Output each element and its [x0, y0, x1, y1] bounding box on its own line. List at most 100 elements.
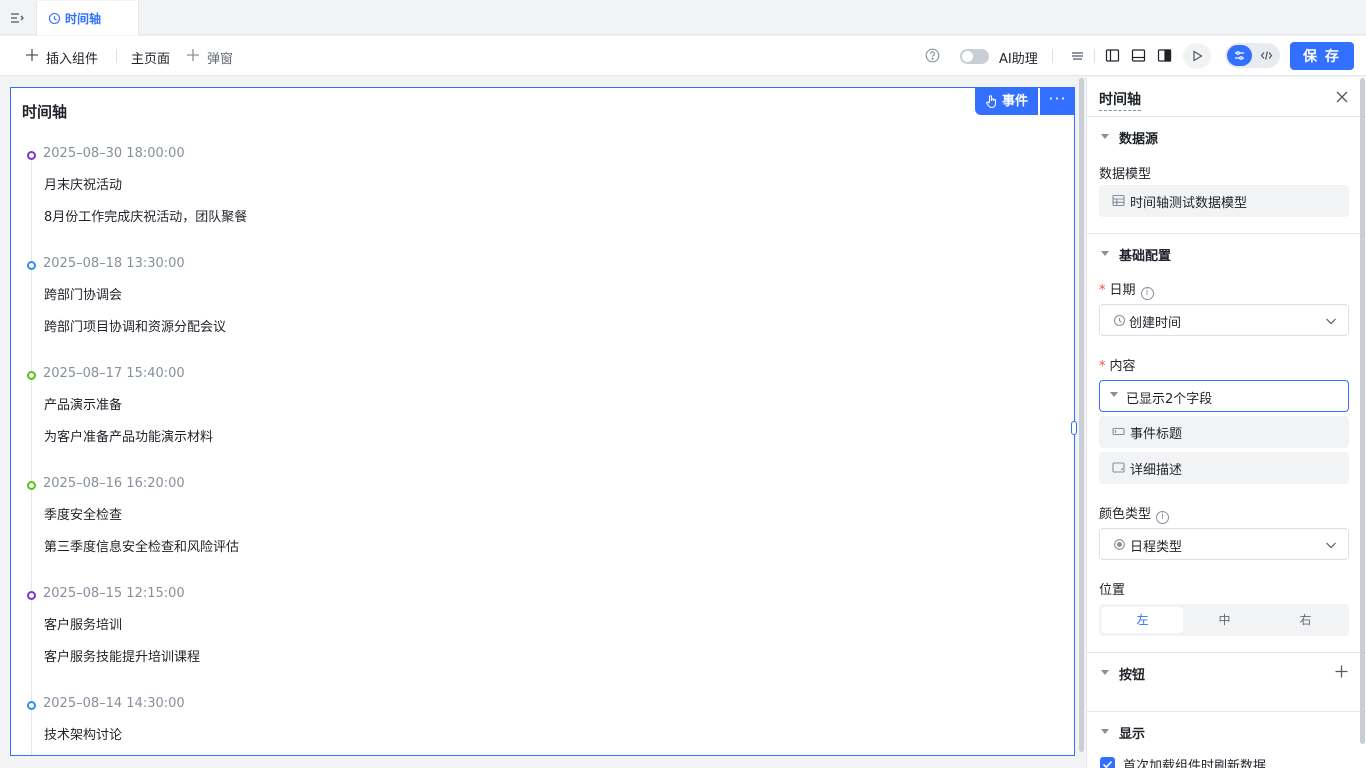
toolbar: 插入组件 主页面 弹窗 AI助理 保 存: [0, 36, 1366, 76]
radio-icon: [1114, 539, 1125, 550]
panel-divider: [1087, 711, 1366, 712]
toolbar-divider: [1094, 49, 1095, 63]
content-label: * 内容: [1099, 355, 1136, 374]
resize-handle[interactable]: [1071, 421, 1077, 435]
timeline-item: 2025–08–15 12:15:00 客户服务培训 客户服务技能提升培训课程: [11, 528, 911, 665]
plus-icon: [26, 49, 38, 61]
timeline-title: 产品演示准备: [44, 398, 123, 413]
position-right-option[interactable]: 右: [1265, 607, 1346, 633]
collapse-caret-icon[interactable]: [1101, 670, 1109, 675]
toolbar-divider: [1052, 49, 1053, 63]
timeline-item: 2025–08–30 18:00:00 月末庆祝活动 8月份工作完成庆祝活动，团队聚…: [11, 88, 911, 225]
data-model-select[interactable]: 时间轴测试数据模型: [1099, 185, 1349, 217]
content-field-item[interactable]: 事件标题: [1099, 416, 1349, 448]
left-panel-icon[interactable]: [1104, 47, 1121, 64]
help-icon[interactable]: [925, 48, 940, 63]
color-type-label-text: 颜色类型: [1099, 507, 1152, 522]
position-label: 位置: [1099, 583, 1126, 598]
timeline-dot: [27, 481, 36, 490]
ai-assistant-label: AI助理: [999, 52, 1038, 67]
config-mode-button[interactable]: [1227, 45, 1252, 66]
buttons-heading[interactable]: 按钮: [1119, 664, 1145, 683]
main-page-button[interactable]: 主页面: [131, 48, 170, 67]
timeline-title: 技术架构讨论: [44, 728, 123, 743]
view-mode-switch: [1225, 43, 1280, 68]
display-heading[interactable]: 显示: [1119, 723, 1145, 742]
content-field-label: 详细描述: [1130, 463, 1183, 478]
timeline-title: 季度安全检查: [44, 508, 123, 523]
info-icon[interactable]: i: [1140, 287, 1154, 300]
code-icon: [1260, 51, 1273, 60]
content-field-label: 事件标题: [1130, 427, 1183, 442]
chevron-down-icon: [1326, 542, 1336, 549]
timeline-item: 2025–08–18 13:30:00 跨部门协调会 跨部门项目协调和资源分配会议: [11, 198, 911, 335]
code-mode-button[interactable]: [1255, 45, 1278, 66]
layout-icon[interactable]: [1069, 47, 1086, 64]
timeline-item: 2025–08–14 14:30:00 技术架构讨论: [11, 638, 911, 748]
content-fields-value: 已显示2个字段: [1126, 392, 1213, 407]
check-icon: [1102, 760, 1113, 768]
date-field-select[interactable]: 创建时间: [1099, 304, 1349, 336]
date-label: * 日期 i: [1099, 279, 1154, 300]
timeline-time: 2025–08–30 18:00:00: [43, 146, 185, 161]
datasource-heading[interactable]: 数据源: [1119, 128, 1158, 147]
save-button[interactable]: 保 存: [1290, 42, 1354, 70]
collapse-caret-icon[interactable]: [1101, 251, 1109, 256]
right-panel-icon[interactable]: [1156, 47, 1173, 64]
timeline-title: 月末庆祝活动: [44, 178, 123, 193]
component-icon: [48, 12, 61, 25]
collapse-caret-icon[interactable]: [1101, 134, 1109, 139]
color-type-label: 颜色类型 i: [1099, 503, 1170, 524]
data-model-label: 数据模型: [1099, 167, 1152, 182]
more-options-button[interactable]: ···: [1040, 88, 1074, 115]
date-field-value: 创建时间: [1129, 316, 1182, 331]
refresh-on-load-checkbox[interactable]: [1100, 757, 1115, 768]
tab-timeline[interactable]: 时间轴: [36, 1, 139, 35]
panel-divider: [1087, 652, 1366, 653]
popup-button[interactable]: 弹窗: [207, 48, 233, 67]
content-fields-select[interactable]: 已显示2个字段: [1099, 380, 1349, 412]
timeline-dot: [27, 261, 36, 270]
content-field-item[interactable]: 详细描述: [1099, 452, 1349, 484]
close-icon[interactable]: [1335, 90, 1349, 104]
info-icon[interactable]: i: [1156, 511, 1170, 524]
ai-assistant-toggle[interactable]: [960, 49, 989, 64]
timeline-time: 2025–08–14 14:30:00: [43, 696, 185, 711]
position-left-option[interactable]: 左: [1102, 607, 1183, 633]
add-icon[interactable]: [1335, 665, 1348, 678]
timeline-time: 2025–08–16 16:20:00: [43, 476, 185, 491]
color-type-select[interactable]: 日程类型: [1099, 528, 1349, 560]
timeline-item: 2025–08–17 15:40:00 产品演示准备 为客户准备产品功能演示材料: [11, 308, 911, 445]
timeline-dot: [27, 371, 36, 380]
position-switch: 左 中 右: [1099, 604, 1349, 636]
content-label-text: 内容: [1109, 359, 1136, 374]
color-type-value: 日程类型: [1130, 540, 1183, 555]
clock-icon: [1113, 314, 1126, 327]
table-icon: [1112, 194, 1125, 207]
required-mark: *: [1099, 359, 1106, 374]
property-panel: 时间轴 数据源 数据模型 时间轴测试数据模型 基础配置 * 日期 i 创建时间 * 内…: [1086, 77, 1366, 768]
bottom-panel-icon[interactable]: [1130, 47, 1147, 64]
canvas-scrollbar[interactable]: [1079, 78, 1084, 752]
position-center-option[interactable]: 中: [1184, 607, 1265, 633]
timeline-title: 客户服务培训: [44, 618, 123, 633]
collapse-sidebar-icon[interactable]: [8, 9, 26, 27]
timeline-time: 2025–08–17 15:40:00: [43, 366, 185, 381]
text-field-icon: [1112, 427, 1125, 436]
tab-bar: 时间轴: [0, 0, 1366, 35]
basic-config-heading[interactable]: 基础配置: [1119, 245, 1171, 264]
toolbar-divider: [116, 49, 117, 63]
insert-component-button[interactable]: 插入组件: [46, 48, 98, 67]
preview-button[interactable]: [1183, 43, 1211, 69]
timeline-component[interactable]: 时间轴 事件 ··· 2025–08–30 18:00:00 月末庆祝活动 8月份工…: [10, 87, 1075, 756]
panel-divider: [1087, 233, 1366, 234]
event-button[interactable]: 事件: [975, 88, 1038, 115]
collapse-caret-icon[interactable]: [1101, 729, 1109, 734]
required-mark: *: [1099, 283, 1106, 298]
hand-pointer-icon: [986, 95, 997, 109]
settings-sliders-icon: [1235, 51, 1244, 60]
panel-scrollbar[interactable]: [1360, 78, 1365, 744]
chevron-down-icon: [1326, 318, 1336, 325]
timeline-title: 跨部门协调会: [44, 288, 123, 303]
refresh-on-load-label: 首次加载组件时刷新数据: [1123, 759, 1267, 768]
